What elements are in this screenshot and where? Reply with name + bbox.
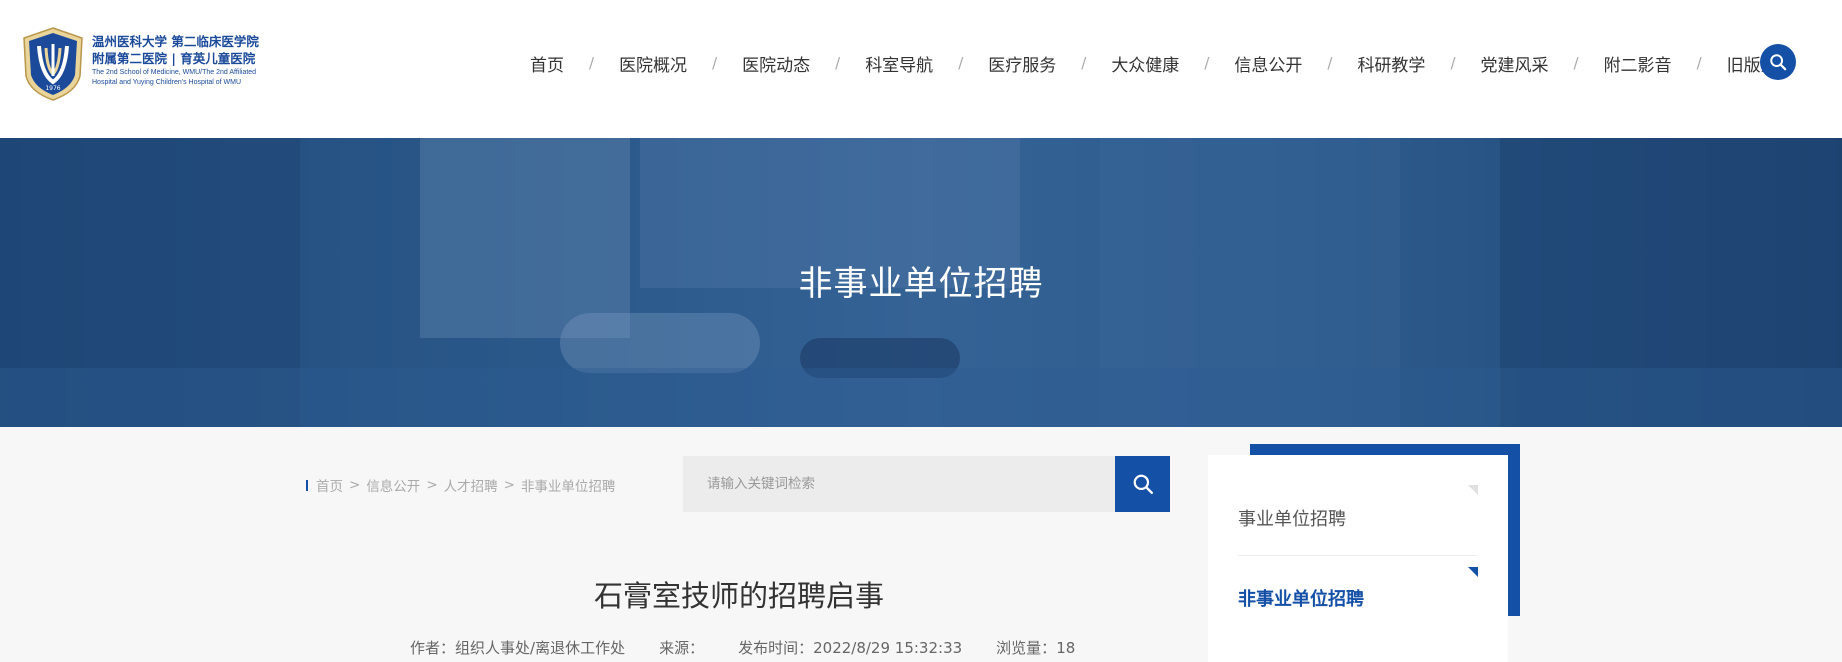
corner-triangle-icon (1468, 485, 1478, 495)
article-author: 作者：组织人事处/离退休工作处 (410, 637, 625, 658)
sidebar-nav: 事业单位招聘 非事业单位招聘 (1208, 455, 1508, 662)
keyword-search-input[interactable] (683, 456, 1115, 512)
banner-title: 非事业单位招聘 (798, 264, 1044, 304)
search-icon (1770, 54, 1787, 71)
nav-item-public-health[interactable]: 大众健康 (1111, 51, 1179, 76)
author-value: 组织人事处/离退休工作处 (455, 639, 626, 657)
breadcrumb-information[interactable]: 信息公开 (366, 475, 420, 495)
nav-separator: / (958, 54, 964, 72)
nav-item-research-teaching[interactable]: 科研教学 (1357, 51, 1425, 76)
page-banner: 非事业单位招聘 (0, 138, 1842, 427)
site-header: 1976 温州医科大学 第二临床医学院 附属第二医院 | 育英儿童医院 The … (0, 0, 1842, 138)
nav-item-video[interactable]: 附二影音 (1604, 51, 1672, 76)
nav-separator: / (1327, 54, 1333, 72)
sidebar-divider (1238, 555, 1478, 556)
nav-item-home[interactable]: 首页 (530, 51, 564, 76)
breadcrumb: 首页 > 信息公开 > 人才招聘 > 非事业单位招聘 (306, 475, 615, 495)
logo-line-1: 温州医科大学 第二临床医学院 (92, 34, 259, 49)
source-label: 来源： (659, 639, 705, 657)
breadcrumb-current: 非事业单位招聘 (520, 479, 616, 495)
nav-item-hospital-news[interactable]: 医院动态 (742, 51, 810, 76)
site-logo[interactable]: 1976 温州医科大学 第二临床医学院 附属第二医院 | 育英儿童医院 The … (20, 24, 270, 104)
search-icon (1133, 474, 1153, 495)
nav-item-hospital-overview[interactable]: 医院概况 (619, 51, 687, 76)
nav-separator: / (1081, 54, 1087, 72)
nav-separator: / (712, 54, 718, 72)
breadcrumb-separator: > (503, 477, 515, 493)
main-nav: 首页 / 医院概况 / 医院动态 / 科室导航 / 医疗服务 / 大众健康 / … (530, 48, 1795, 78)
nav-item-party-building[interactable]: 党建风采 (1481, 51, 1549, 76)
views-label: 浏览量： (996, 639, 1057, 657)
article-source: 来源： (659, 637, 704, 658)
breadcrumb-marker (306, 479, 308, 491)
author-label: 作者： (410, 639, 456, 657)
article-date: 发布时间：2022/8/29 15:32:33 (738, 637, 962, 658)
nav-separator: / (1573, 54, 1579, 72)
date-label: 发布时间： (738, 639, 814, 657)
nav-item-information[interactable]: 信息公开 (1234, 51, 1302, 76)
breadcrumb-recruitment[interactable]: 人才招聘 (444, 475, 498, 495)
header-search-button[interactable] (1760, 44, 1796, 80)
views-value: 18 (1056, 639, 1076, 657)
logo-line-4: Hospital and Yuying Children's Hospital … (92, 79, 242, 86)
nav-item-departments[interactable]: 科室导航 (865, 51, 933, 76)
date-value: 2022/8/29 15:32:33 (813, 639, 963, 657)
article-meta: 作者：组织人事处/离退休工作处 来源： 发布时间：2022/8/29 15:32… (410, 637, 1109, 658)
sidebar-item-institutional-recruitment[interactable]: 事业单位招聘 (1238, 505, 1478, 531)
article-views: 浏览量：18 (996, 637, 1075, 658)
logo-line-3: The 2nd School of Medicine, WMU/The 2nd … (92, 69, 257, 76)
breadcrumb-separator: > (349, 477, 361, 493)
sidebar-item-non-institutional-recruitment[interactable]: 非事业单位招聘 (1238, 585, 1478, 611)
keyword-search-button[interactable] (1115, 456, 1170, 512)
university-shield-logo: 1976 (23, 27, 83, 101)
logo-year: 1976 (45, 85, 60, 92)
logo-text: 温州医科大学 第二临床医学院 附属第二医院 | 育英儿童医院 The 2nd S… (92, 34, 272, 88)
nav-separator: / (1204, 54, 1210, 72)
nav-separator: / (589, 54, 595, 72)
logo-line-2: 附属第二医院 | 育英儿童医院 (92, 51, 256, 66)
nav-separator: / (1696, 54, 1702, 72)
corner-triangle-icon (1468, 567, 1478, 577)
nav-separator: / (1450, 54, 1456, 72)
nav-item-medical-services[interactable]: 医疗服务 (988, 51, 1056, 76)
main-content: 首页 > 信息公开 > 人才招聘 > 非事业单位招聘 石膏室技师的招聘启事 作者… (0, 427, 1842, 662)
breadcrumb-separator: > (426, 477, 438, 493)
nav-separator: / (835, 54, 841, 72)
breadcrumb-home[interactable]: 首页 (316, 475, 343, 495)
